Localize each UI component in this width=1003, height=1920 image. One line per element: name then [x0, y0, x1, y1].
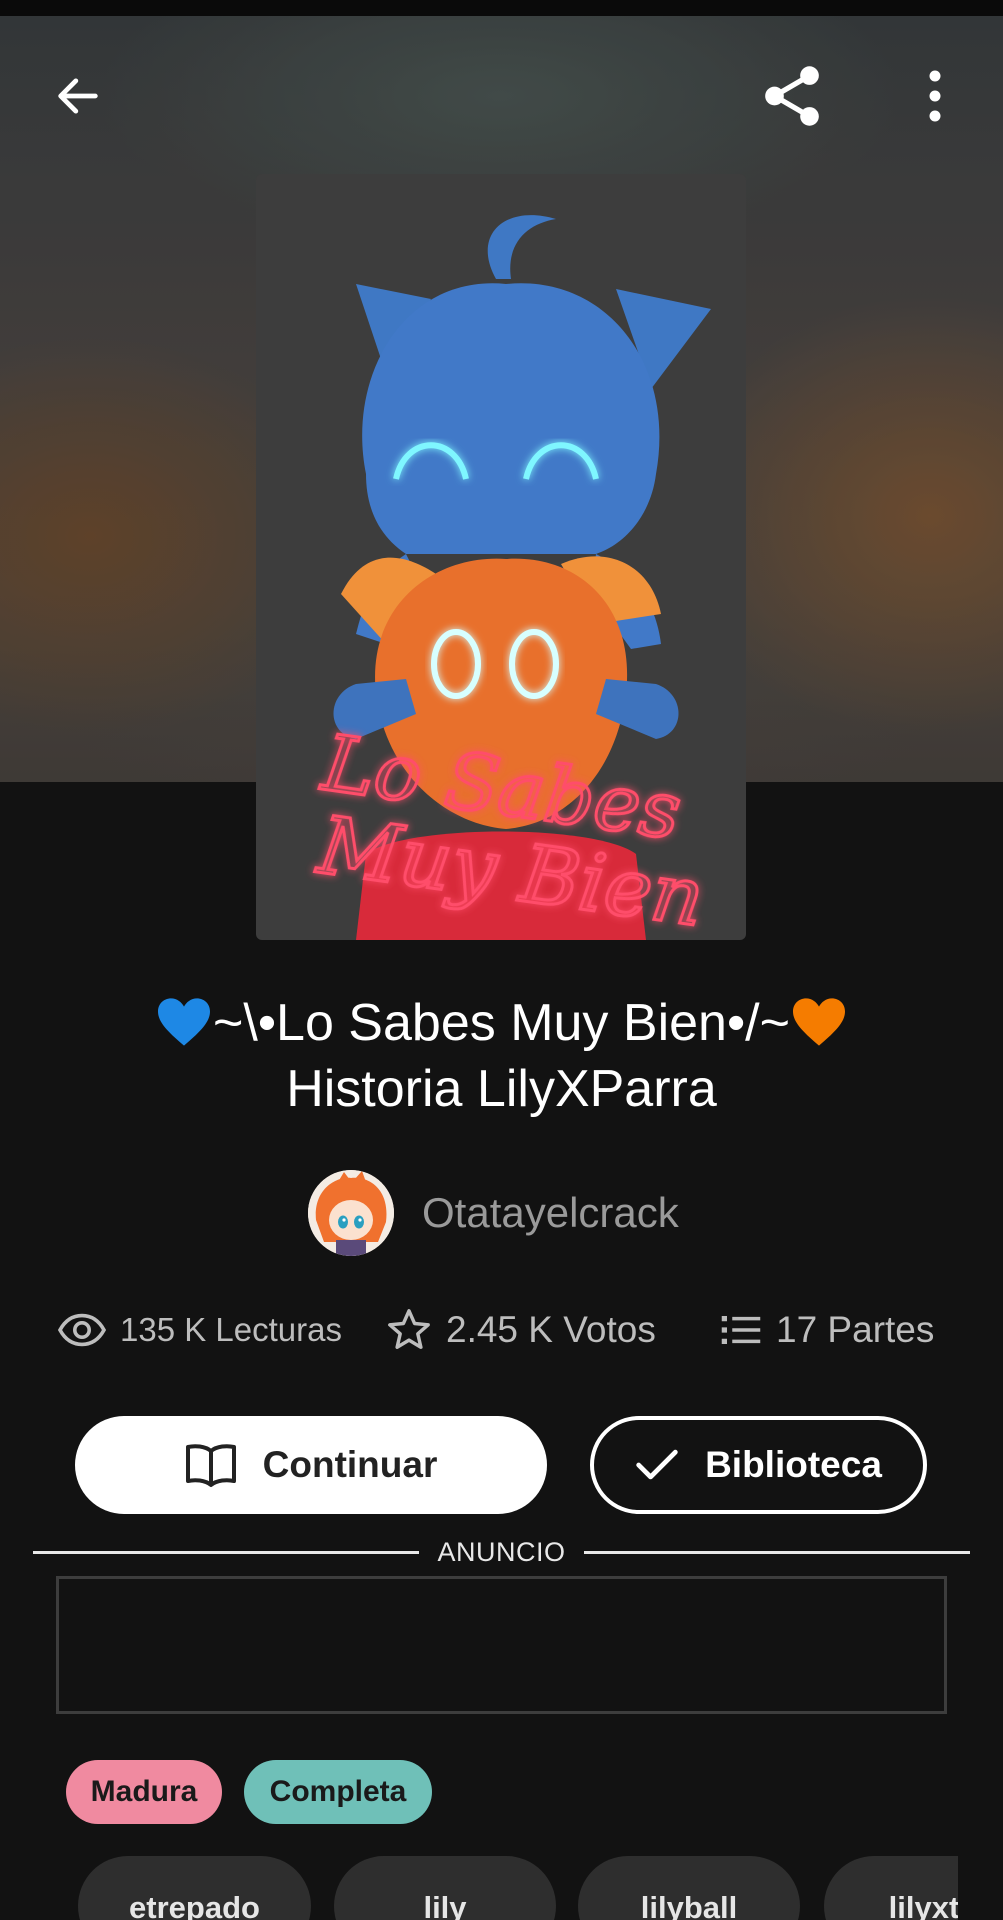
library-button[interactable]: Biblioteca — [590, 1416, 927, 1514]
more-vertical-icon — [929, 70, 941, 122]
parts-stat: 17 Partes — [720, 1300, 934, 1360]
tag-chip[interactable]: etrepado — [78, 1856, 311, 1920]
mature-tag: Madura — [66, 1760, 222, 1824]
story-title: ~\•Lo Sabes Muy Bien•/~ Historia LilyXPa… — [60, 990, 943, 1122]
parts-count: 17 Partes — [776, 1309, 935, 1350]
ad-divider: ANUNCIO — [33, 1532, 970, 1572]
votes-stat: 2.45 K Votos — [386, 1300, 656, 1360]
eye-icon — [58, 1313, 106, 1347]
list-icon — [721, 1316, 761, 1344]
arrow-left-icon — [58, 78, 98, 114]
star-icon — [388, 1309, 430, 1349]
tag-chip[interactable]: lilyball — [578, 1856, 800, 1920]
status-bar — [0, 0, 1003, 16]
votes-count: 2.45 K Votos — [446, 1309, 656, 1350]
tag-chip[interactable]: lilyxt — [824, 1856, 958, 1920]
ad-container[interactable] — [56, 1576, 947, 1714]
tag-chip[interactable]: lily — [334, 1856, 556, 1920]
orange-heart-icon — [792, 998, 845, 1046]
avatar[interactable] — [308, 1170, 394, 1256]
continue-label: Continuar — [262, 1444, 438, 1485]
story-title-text: ~\•Lo Sabes Muy Bien•/~ — [213, 994, 790, 1052]
author-link[interactable]: Otatayelcrack — [308, 1170, 679, 1256]
blue-heart-icon — [158, 998, 210, 1046]
library-label: Biblioteca — [705, 1444, 882, 1485]
reads-count: 135 K Lecturas — [120, 1311, 342, 1348]
more-options-button[interactable] — [895, 56, 975, 136]
story-stats: 135 K Lecturas 2.45 K Votos 17 Partes — [0, 1300, 1003, 1360]
ad-label: ANUNCIO — [437, 1537, 566, 1567]
author-name[interactable]: Otatayelcrack — [422, 1189, 679, 1237]
divider-line — [584, 1551, 970, 1554]
divider-line — [33, 1551, 419, 1554]
tag-chips-row: etrepado lily lilyball lilyxt — [0, 1856, 958, 1920]
check-icon — [636, 1449, 678, 1480]
share-icon — [765, 66, 819, 126]
reads-stat: 135 K Lecturas — [58, 1300, 342, 1360]
continue-reading-button[interactable]: Continuar — [75, 1416, 547, 1514]
book-icon — [185, 1444, 236, 1487]
share-button[interactable] — [752, 56, 832, 136]
story-subtitle: Historia LilyXParra — [286, 1060, 717, 1118]
back-button[interactable] — [38, 56, 118, 136]
complete-tag: Completa — [244, 1760, 432, 1824]
story-cover-image[interactable]: Lo Sabes Muy Bien — [256, 174, 746, 940]
